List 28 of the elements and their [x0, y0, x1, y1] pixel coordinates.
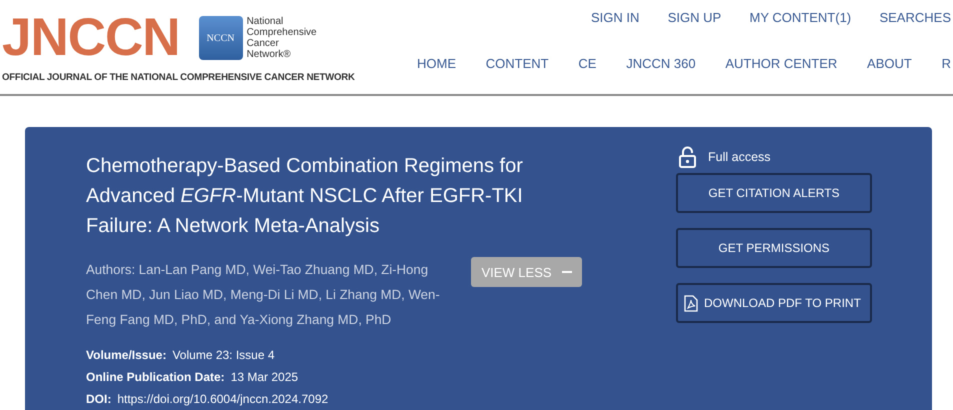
- meta-label: DOI:: [86, 391, 112, 408]
- nav-link[interactable]: R: [942, 56, 951, 71]
- author-list: Authors: Lan-Lan Pang MD, Wei-Tao Zhuang MD, Zi-Hong Chen MD, Jun Liao MD, Meng-Di Li MD, Li Zhang MD, Wen-Feng Fang MD, PhD, and Ya-Xiong Zhang MD, PhD: [86, 257, 451, 332]
- action-button[interactable]: GET CITATION ALERTS: [676, 173, 872, 213]
- nccn-logo-badge: NCCN: [198, 16, 243, 60]
- nav-link[interactable]: JNCCN 360: [626, 56, 696, 71]
- nav-link[interactable]: CE: [578, 56, 596, 71]
- nav-link[interactable]: AUTHOR CENTER: [725, 56, 838, 71]
- nav-link[interactable]: HOME: [417, 56, 456, 71]
- organization-name: National Comprehensive Cancer Network®: [246, 16, 317, 60]
- action-button[interactable]: GET PERMISSIONS: [676, 228, 872, 268]
- journal-tagline: OFFICIAL JOURNAL OF THE NATIONAL COMPREHENSIVE CANCER NETWORK: [2, 72, 356, 83]
- unlocked-padlock-icon: [679, 146, 696, 168]
- nav-link[interactable]: SIGN IN: [591, 10, 640, 46]
- nav-link[interactable]: ABOUT: [867, 56, 912, 71]
- pdf-file-icon: [684, 294, 698, 312]
- nav-link[interactable]: MY CONTENT(1): [750, 10, 852, 46]
- access-status: Full access: [708, 150, 771, 164]
- meta-value: Volume 23: Issue 4: [172, 347, 275, 364]
- nav-link[interactable]: SIGN UP: [668, 10, 722, 46]
- meta-value: https://doi.org/10.6004/jnccn.2024.7092: [117, 391, 328, 408]
- article-title: Chemotherapy-Based Combination Regimens for Advanced EGFR-Mutant NSCLC After EGFR-TKI Failure: A Network Meta-Analysis: [86, 154, 524, 239]
- nav-link[interactable]: CONTENT: [486, 56, 549, 71]
- meta-value: 13 Mar 2025: [230, 369, 298, 386]
- meta-label: Online Publication Date:: [86, 369, 225, 386]
- meta-label: Volume/Issue:: [86, 347, 166, 364]
- nav-link[interactable]: SEARCHES: [879, 10, 951, 46]
- action-button[interactable]: DOWNLOAD PDF TO PRINT: [676, 283, 872, 323]
